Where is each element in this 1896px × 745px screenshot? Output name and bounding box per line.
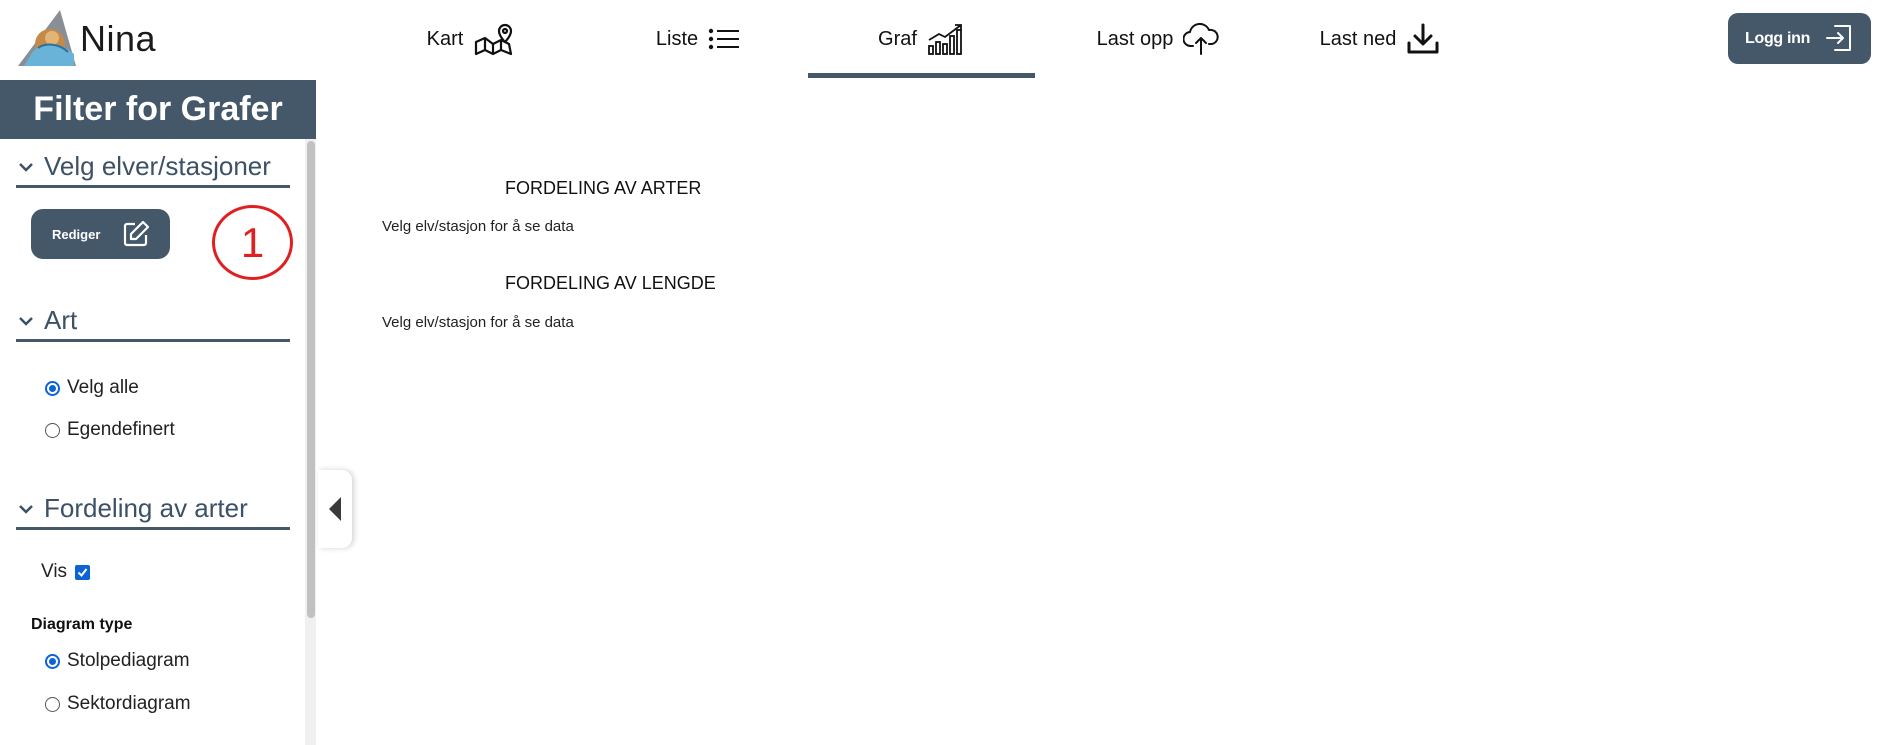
section-species-header[interactable]: Art	[16, 302, 290, 342]
radio-custom[interactable]: Egendefinert	[45, 419, 175, 441]
show-checkbox[interactable]	[75, 564, 91, 580]
radio-button[interactable]	[45, 653, 60, 669]
chevron-down-icon	[16, 157, 36, 177]
nina-logo-icon	[18, 10, 76, 66]
nav-liste[interactable]: Liste	[648, 0, 748, 78]
chart-heading-length: FORDELING AV LENGDE	[505, 273, 716, 293]
nav-last-opp-label: Last opp	[1096, 27, 1174, 50]
download-icon	[1406, 23, 1440, 55]
nav-liste-label: Liste	[655, 27, 699, 50]
top-navbar: Nina Kart Liste Graf Last opp Last ned L…	[0, 0, 1896, 80]
chart-message-length: Velg elv/stasjon for å se data	[382, 314, 574, 331]
edit-button[interactable]: Rediger	[31, 209, 170, 259]
filter-sidebar: Filter for Grafer Velg elver/stasjoner R…	[0, 80, 316, 745]
nav-kart[interactable]: Kart	[412, 0, 530, 78]
nav-graf[interactable]: Graf	[808, 0, 1035, 78]
section-species-title: Art	[44, 305, 78, 335]
radio-label: Egendefinert	[67, 419, 175, 440]
section-rivers-title: Velg elver/stasjoner	[44, 151, 271, 181]
radio-label: Sektordiagram	[67, 693, 191, 714]
radio-select-all[interactable]: Velg alle	[45, 377, 139, 399]
section-distribution-title: Fordeling av arter	[44, 493, 248, 523]
diagram-type-label: Diagram type	[31, 616, 133, 633]
app-name: Nina	[80, 18, 157, 59]
radio-label: Stolpediagram	[67, 650, 190, 671]
show-toggle: Vis	[41, 561, 91, 583]
chart-heading-species: FORDELING AV ARTER	[505, 178, 702, 198]
login-icon	[1825, 24, 1853, 57]
login-button[interactable]: Logg inn	[1728, 13, 1871, 64]
radio-button[interactable]	[45, 422, 60, 438]
sidebar-scrollbar-thumb[interactable]	[307, 141, 315, 618]
nav-last-opp[interactable]: Last opp	[1085, 0, 1231, 78]
caret-left-icon	[329, 497, 341, 521]
radio-button[interactable]	[45, 380, 60, 396]
nav-last-ned-label: Last ned	[1319, 27, 1397, 50]
chevron-down-icon	[16, 499, 36, 519]
app-logo[interactable]: Nina	[16, 8, 156, 70]
radio-button[interactable]	[45, 696, 60, 712]
login-label: Logg inn	[1745, 29, 1811, 47]
cloud-upload-icon	[1183, 22, 1219, 56]
sidebar-title: Filter for Grafer	[0, 80, 316, 139]
nav-active-indicator	[808, 73, 1035, 78]
edit-icon	[122, 220, 150, 253]
collapse-sidebar-button[interactable]	[318, 470, 352, 548]
nav-last-ned[interactable]: Last ned	[1315, 0, 1445, 78]
bar-chart-icon	[927, 22, 965, 56]
annotation-number: 1	[240, 218, 265, 266]
show-label: Vis	[41, 561, 68, 582]
radio-bar-chart[interactable]: Stolpediagram	[45, 650, 190, 672]
radio-pie-chart[interactable]: Sektordiagram	[45, 693, 191, 715]
radio-label: Velg alle	[67, 377, 139, 398]
list-icon	[708, 27, 740, 51]
section-rivers-header[interactable]: Velg elver/stasjoner	[16, 148, 290, 188]
chart-message-species: Velg elv/stasjon for å se data	[382, 218, 574, 235]
nav-graf-label: Graf	[878, 27, 917, 50]
annotation-circle: 1	[212, 205, 293, 280]
nav-kart-label: Kart	[426, 27, 464, 50]
map-pin-icon	[473, 22, 515, 56]
chevron-down-icon	[16, 311, 36, 331]
edit-label: Rediger	[52, 226, 101, 242]
section-distribution-header[interactable]: Fordeling av arter	[16, 490, 290, 530]
